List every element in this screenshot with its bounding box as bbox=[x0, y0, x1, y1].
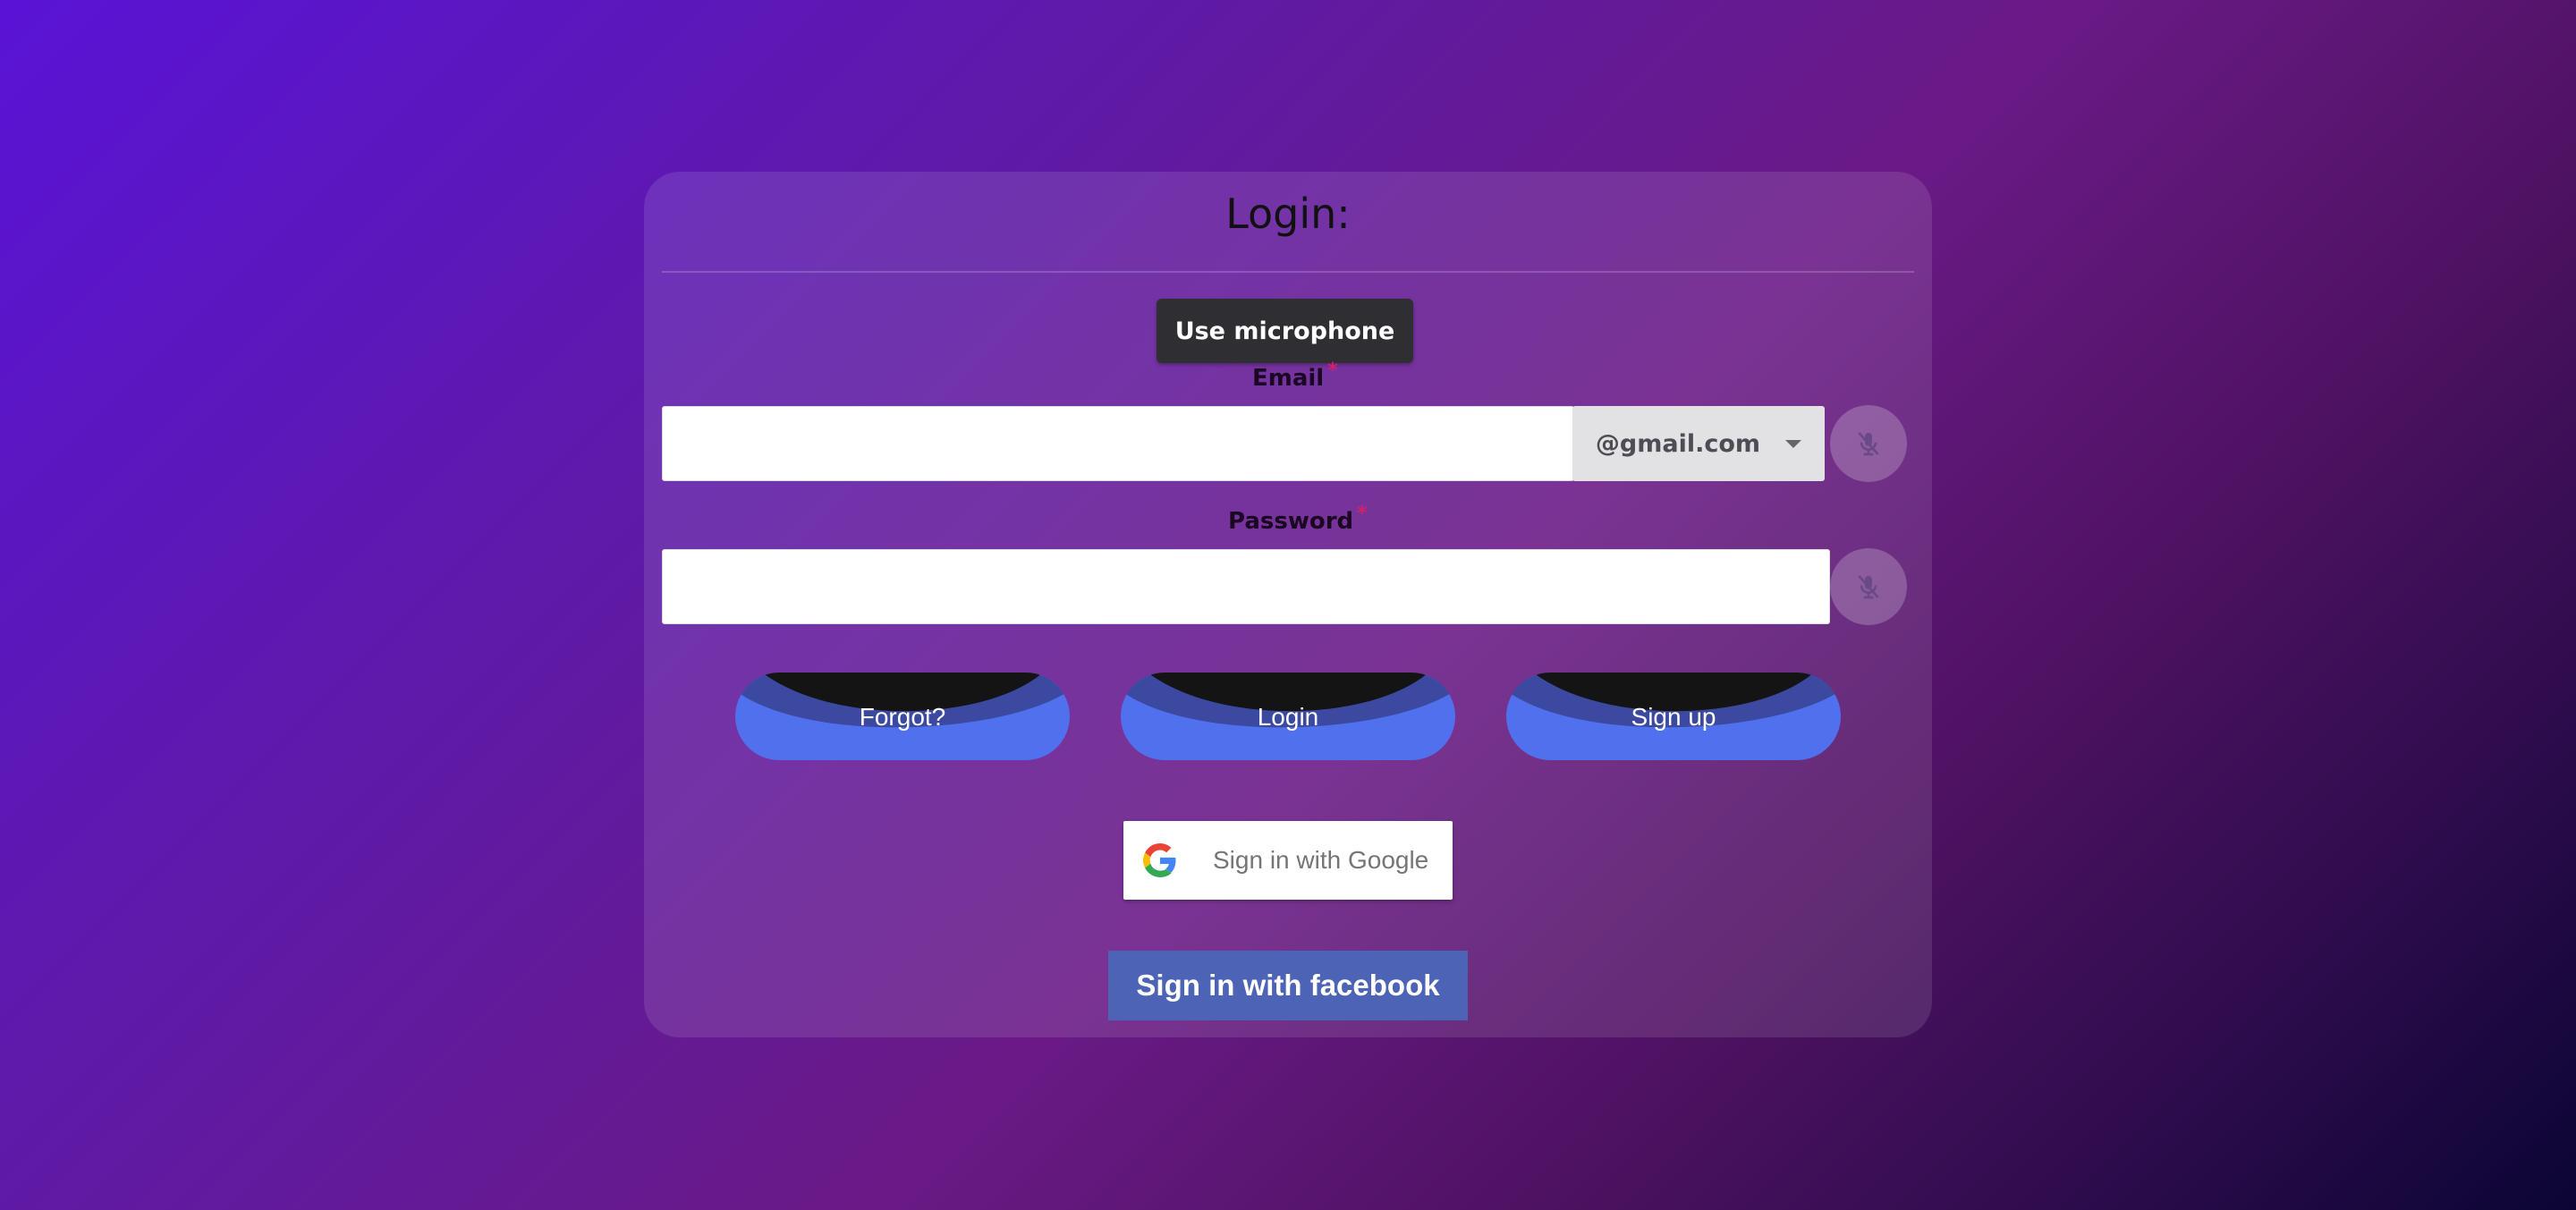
password-label: Password * bbox=[1228, 503, 1368, 535]
email-microphone-off-icon[interactable] bbox=[1830, 405, 1907, 482]
google-signin-button[interactable]: Sign in with Google bbox=[1123, 821, 1453, 900]
password-microphone-off-icon[interactable] bbox=[1830, 548, 1907, 625]
password-input[interactable] bbox=[662, 549, 1830, 624]
email-label: Email * bbox=[1252, 360, 1338, 392]
microphone-off-icon bbox=[1858, 575, 1879, 599]
forgot-button[interactable]: Forgot? bbox=[735, 673, 1070, 760]
password-label-text: Password bbox=[1228, 508, 1354, 535]
email-domain-select[interactable]: @gmail.com bbox=[1572, 406, 1825, 481]
google-signin-label: Sign in with Google bbox=[1213, 846, 1429, 874]
use-microphone-button[interactable]: Use microphone bbox=[1157, 299, 1413, 363]
microphone-off-icon bbox=[1858, 432, 1879, 456]
email-input[interactable] bbox=[662, 406, 1574, 481]
signup-button[interactable]: Sign up bbox=[1506, 673, 1841, 760]
email-domain-value: @gmail.com bbox=[1595, 429, 1761, 458]
page-title: Login: bbox=[1225, 190, 1351, 238]
caret-down-icon bbox=[1785, 439, 1802, 448]
title-divider bbox=[662, 271, 1914, 273]
login-card: Login: Use microphone Email * @gmail.com … bbox=[644, 172, 1932, 1037]
email-required-mark: * bbox=[1327, 360, 1338, 382]
signup-button-label: Sign up bbox=[1631, 703, 1716, 731]
login-button-label: Login bbox=[1257, 703, 1319, 731]
forgot-button-label: Forgot? bbox=[859, 703, 946, 731]
email-label-text: Email bbox=[1252, 365, 1325, 392]
google-g-icon bbox=[1143, 843, 1176, 877]
password-required-mark: * bbox=[1357, 503, 1368, 525]
login-button[interactable]: Login bbox=[1121, 673, 1455, 760]
facebook-signin-button[interactable]: Sign in with facebook bbox=[1108, 951, 1468, 1020]
